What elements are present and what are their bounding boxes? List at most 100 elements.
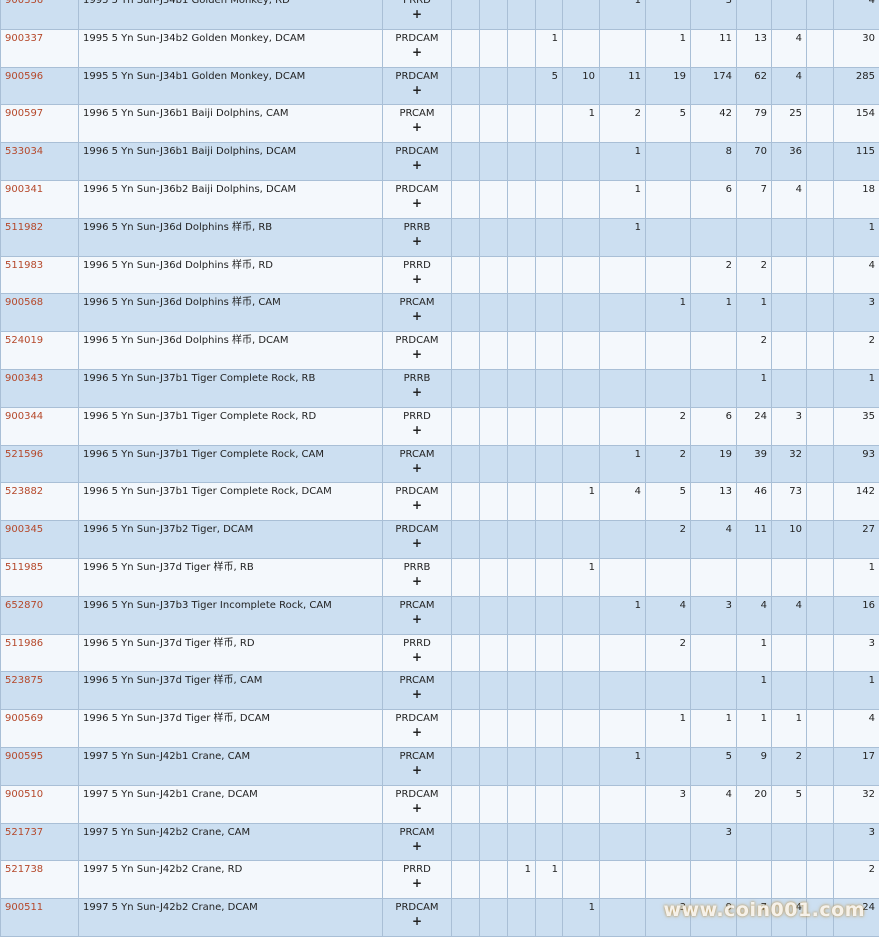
plus-grade-link[interactable]: + — [387, 158, 447, 173]
grade-count-cell: 3 — [690, 595, 737, 635]
pcgs-number-link[interactable]: 523882 — [5, 486, 43, 497]
grade-count-cell — [479, 255, 508, 295]
grade-count-cell: 1 — [690, 709, 737, 748]
pcgs-number-link[interactable]: 511983 — [5, 260, 43, 271]
plus-grade-link[interactable]: + — [387, 612, 447, 627]
grade-count-cell — [535, 331, 563, 370]
pcgs-number-link[interactable]: 523875 — [5, 675, 43, 686]
grade-count-cell — [479, 671, 508, 711]
grade-count-cell — [645, 368, 691, 408]
pcgs-number-link[interactable]: 900345 — [5, 524, 43, 535]
grade-count-cell: 1 — [645, 28, 691, 68]
plus-grade-link[interactable]: + — [387, 574, 447, 589]
grade-count-cell — [507, 746, 536, 786]
grade-count-cell — [479, 520, 508, 559]
grade-count-cell — [645, 255, 691, 295]
plus-grade-link[interactable]: + — [387, 914, 447, 929]
grade-count-cell — [479, 104, 508, 144]
pcgs-number-link[interactable]: 900597 — [5, 108, 43, 119]
pcgs-number-link[interactable]: 900511 — [5, 902, 43, 913]
pcgs-number-link[interactable]: 524019 — [5, 335, 43, 346]
plus-grade-link[interactable]: + — [387, 801, 447, 816]
grade-count-cell — [535, 482, 563, 522]
grade-count-cell — [806, 860, 834, 900]
pcgs-number-link[interactable]: 900343 — [5, 373, 43, 384]
plus-grade-link[interactable]: + — [387, 385, 447, 400]
table-row: 900596 1995 5 Yn Sun-J34b1 Golden Monkey,… — [0, 66, 879, 106]
plus-grade-link[interactable]: + — [387, 7, 447, 22]
pcgs-number-link[interactable]: 900510 — [5, 789, 43, 800]
grade-count-cell — [507, 671, 536, 711]
total-count-cell: 17 — [833, 746, 879, 786]
grade-count-cell — [535, 746, 563, 786]
grade-count-cell: 1 — [599, 142, 646, 181]
pcgs-number-link[interactable]: 900337 — [5, 33, 43, 44]
pcgs-number-link[interactable]: 511986 — [5, 638, 43, 649]
grade-count-cell — [562, 444, 600, 484]
plus-grade-link[interactable]: + — [387, 234, 447, 249]
grade-count-cell — [690, 860, 737, 900]
plus-grade-link[interactable]: + — [387, 272, 447, 287]
total-count-cell: 93 — [833, 444, 879, 484]
pcgs-number-cell: 511985 — [0, 557, 79, 597]
plus-grade-link[interactable]: + — [387, 461, 447, 476]
pcgs-number-link[interactable]: 900344 — [5, 411, 43, 422]
grade-count-cell: 2 — [645, 520, 691, 559]
grade-count-cell — [451, 898, 480, 937]
pcgs-number-link[interactable]: 511982 — [5, 222, 43, 233]
grade-count-cell — [599, 331, 646, 370]
plus-grade-link[interactable]: + — [387, 196, 447, 211]
pcgs-number-cell: 900511 — [0, 898, 79, 937]
grade-count-cell: 3 — [771, 406, 807, 446]
pcgs-number-link[interactable]: 900569 — [5, 713, 43, 724]
pcgs-number-link[interactable]: 521596 — [5, 449, 43, 460]
plus-grade-link[interactable]: + — [387, 536, 447, 551]
coin-description: 1996 5 Yn Sun-J36b1 Baiji Dolphins, DCAM — [78, 142, 383, 181]
plus-grade-link[interactable]: + — [387, 725, 447, 740]
coin-description: 1995 5 Yn Sun-J34b2 Golden Monkey, DCAM — [78, 28, 383, 68]
grade-count-cell — [599, 406, 646, 446]
grade-count-cell: 24 — [736, 406, 772, 446]
grade-count-cell: 36 — [771, 142, 807, 181]
grade-count-cell — [645, 142, 691, 181]
plus-grade-link[interactable]: + — [387, 498, 447, 513]
coin-description: 1996 5 Yn Sun-J36b2 Baiji Dolphins, DCAM — [78, 179, 383, 219]
pcgs-number-link[interactable]: 521738 — [5, 864, 43, 875]
pcgs-number-cell: 900343 — [0, 368, 79, 408]
grade-count-cell — [451, 179, 480, 219]
grade-count-cell — [736, 217, 772, 257]
plus-grade-link[interactable]: + — [387, 347, 447, 362]
pcgs-number-link[interactable]: 900341 — [5, 184, 43, 195]
plus-grade-link[interactable]: + — [387, 120, 447, 135]
coin-description: 1997 5 Yn Sun-J42b1 Crane, DCAM — [78, 784, 383, 824]
pcgs-number-link[interactable]: 900336 — [5, 0, 43, 6]
plus-grade-link[interactable]: + — [387, 83, 447, 98]
table-row: 533034 1996 5 Yn Sun-J36b1 Baiji Dolphins… — [0, 142, 879, 181]
pcgs-number-link[interactable]: 521737 — [5, 827, 43, 838]
grade-count-cell — [507, 0, 536, 30]
plus-grade-link[interactable]: + — [387, 839, 447, 854]
grade-count-cell — [507, 179, 536, 219]
total-count-cell: 35 — [833, 406, 879, 446]
coin-description: 1996 5 Yn Sun-J37b1 Tiger Complete Rock,… — [78, 444, 383, 484]
plus-grade-link[interactable]: + — [387, 650, 447, 665]
pcgs-number-link[interactable]: 900595 — [5, 751, 43, 762]
total-count-cell: 3 — [833, 293, 879, 333]
table-row: 900595 1997 5 Yn Sun-J42b1 Crane, CAM PRCA… — [0, 746, 879, 786]
grade-count-cell — [806, 217, 834, 257]
coin-description: 1997 5 Yn Sun-J42b2 Crane, DCAM — [78, 898, 383, 937]
pcgs-number-link[interactable]: 900596 — [5, 71, 43, 82]
plus-grade-link[interactable]: + — [387, 876, 447, 891]
pcgs-number-link[interactable]: 900568 — [5, 297, 43, 308]
plus-grade-link[interactable]: + — [387, 45, 447, 60]
grade-count-cell: 1 — [771, 709, 807, 748]
plus-grade-link[interactable]: + — [387, 687, 447, 702]
plus-grade-link[interactable]: + — [387, 309, 447, 324]
table-row: 521596 1996 5 Yn Sun-J37b1 Tiger Complete… — [0, 444, 879, 484]
grade-count-cell — [806, 28, 834, 68]
pcgs-number-link[interactable]: 652870 — [5, 600, 43, 611]
pcgs-number-link[interactable]: 533034 — [5, 146, 43, 157]
pcgs-number-link[interactable]: 511985 — [5, 562, 43, 573]
plus-grade-link[interactable]: + — [387, 423, 447, 438]
plus-grade-link[interactable]: + — [387, 763, 447, 778]
